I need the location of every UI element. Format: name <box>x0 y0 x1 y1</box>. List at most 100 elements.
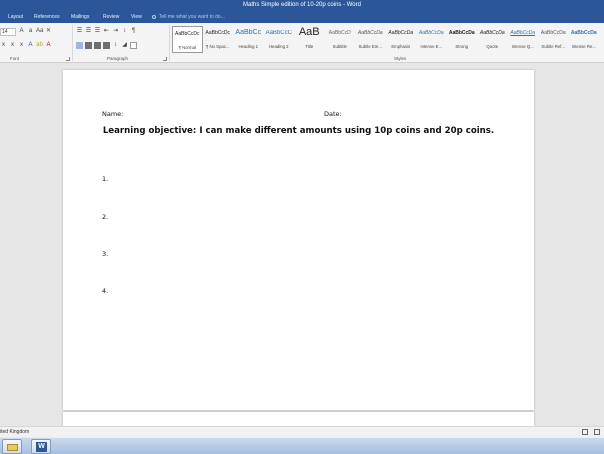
name-label: Name: <box>102 110 124 118</box>
style-sample: AaBbCcDa <box>540 30 566 36</box>
tab-view[interactable]: View <box>131 11 142 23</box>
style-subtle-emphasis[interactable]: AaBbCcDa Subtle Em... <box>355 26 386 53</box>
paragraph-dialog-launcher-icon[interactable] <box>163 57 167 61</box>
style-name: Subtle Ref... <box>541 44 566 49</box>
multilevel-list-icon[interactable]: ☰ <box>94 28 101 35</box>
change-case-icon[interactable]: Aa <box>36 28 43 35</box>
sort-icon[interactable]: ↕ <box>121 28 128 35</box>
style-name: Emphasis <box>391 44 411 49</box>
tab-mailings[interactable]: Mailings <box>71 11 89 23</box>
font-dialog-launcher-icon[interactable] <box>66 57 70 61</box>
highlight-color-icon[interactable]: ab <box>36 42 43 49</box>
window-title: Maths Simple edition of 10-20p coins - W… <box>243 2 361 8</box>
bullets-icon[interactable]: ☰ <box>76 28 83 35</box>
style-strong[interactable]: AaBbCcDa Strong <box>447 26 478 53</box>
folder-icon <box>7 444 18 451</box>
style-sample: AaBbCcDa <box>388 30 414 36</box>
font-size-box[interactable]: 14 <box>0 27 16 36</box>
font-row-1: 14 A a Aa ✕ <box>0 27 52 36</box>
decrease-indent-icon[interactable]: ⇤ <box>103 28 110 35</box>
style-name: Quote <box>486 44 499 49</box>
paragraph-row-2: ↕ ◢ <box>76 41 137 50</box>
style-name: Heading 2 <box>268 44 289 49</box>
style-name: Intense Re... <box>571 44 596 49</box>
ribbon-tab-row: Layout References Mailings Review View T… <box>0 11 604 23</box>
group-separator <box>169 25 170 61</box>
style-intense-quote[interactable]: AaBbCcDa Intense Q... <box>508 26 539 53</box>
borders-icon[interactable] <box>130 42 137 49</box>
text-effects-icon[interactable]: A <box>27 42 34 49</box>
align-center-icon[interactable] <box>85 42 92 49</box>
print-layout-icon[interactable] <box>594 429 600 435</box>
font-color-icon[interactable]: A <box>45 42 52 49</box>
date-label: Date: <box>324 110 342 118</box>
group-separator <box>72 25 73 61</box>
font-group-label: Font <box>10 56 20 61</box>
style-name: Title <box>305 44 314 49</box>
read-mode-icon[interactable] <box>582 429 588 435</box>
tab-references[interactable]: References <box>34 11 60 23</box>
style-sample: AaB <box>298 26 320 38</box>
style-sample: AaBbCcDa <box>448 30 475 36</box>
shading-icon[interactable]: ◢ <box>121 42 128 49</box>
taskbar: W <box>0 437 604 454</box>
style-sample: AaBbCcD <box>328 30 351 36</box>
align-left-icon[interactable] <box>76 42 83 49</box>
numbering-icon[interactable]: ☰ <box>85 28 92 35</box>
list-item: 4. <box>102 287 109 295</box>
clear-formatting-icon[interactable]: ✕ <box>45 28 52 35</box>
style-intense-reference[interactable]: AaBbCcDa Intense Re... <box>569 26 600 53</box>
style-sample: AaBbCcDa <box>570 30 597 36</box>
style-sample: AaBbCcDa <box>418 30 444 36</box>
document-page[interactable]: Name: Date: Learning objective: I can ma… <box>63 70 534 410</box>
superscript-icon[interactable]: x <box>18 42 25 49</box>
strikethrough-icon[interactable]: x <box>0 42 7 49</box>
style-intense-emphasis[interactable]: AaBbCcDa Intense E... <box>416 26 447 53</box>
word-taskbar-button[interactable]: W <box>31 439 51 454</box>
ribbon: 14 A a Aa ✕ x x x A ab A ☰ ☰ ☰ ⇤ ⇥ ↕ ¶ ↕… <box>0 23 604 63</box>
window-title-bar: Maths Simple edition of 10-20p coins - W… <box>0 0 604 11</box>
justify-icon[interactable] <box>103 42 110 49</box>
style-title[interactable]: AaB Title <box>294 26 325 53</box>
style-normal[interactable]: AaBbCcDc ¶ Normal <box>172 26 203 53</box>
style-subtle-reference[interactable]: AaBbCcDa Subtle Ref... <box>538 26 569 53</box>
styles-gallery: AaBbCcDc ¶ Normal AaBbCcDc ¶ No Spac... … <box>172 26 599 53</box>
paragraph-row-1: ☰ ☰ ☰ ⇤ ⇥ ↕ ¶ <box>76 27 137 36</box>
line-spacing-icon[interactable]: ↕ <box>112 42 119 49</box>
pilcrow-icon[interactable]: ¶ <box>130 28 137 35</box>
style-no-spacing[interactable]: AaBbCcDc ¶ No Spac... <box>203 26 234 53</box>
document-area[interactable]: Name: Date: Learning objective: I can ma… <box>0 64 604 428</box>
style-name: Subtitle <box>332 44 347 49</box>
style-name: ¶ No Spac... <box>205 44 230 49</box>
style-subtitle[interactable]: AaBbCcD Subtitle <box>325 26 356 53</box>
lightbulb-icon <box>152 14 156 19</box>
style-heading-1[interactable]: AaBbCc Heading 1 <box>233 26 264 53</box>
style-quote[interactable]: AaBbCcDa Quote <box>477 26 508 53</box>
align-right-icon[interactable] <box>94 42 101 49</box>
view-buttons <box>582 429 600 435</box>
tab-layout[interactable]: Layout <box>8 11 23 23</box>
file-explorer-button[interactable] <box>2 439 22 454</box>
status-bar: ited Kingdom <box>0 426 604 437</box>
style-sample: AaBbCcDc <box>175 31 200 37</box>
style-name: Intense E... <box>420 44 443 49</box>
style-heading-2[interactable]: AaBbCcC Heading 2 <box>264 26 295 53</box>
subscript-icon[interactable]: x <box>9 42 16 49</box>
tell-me-text: Tell me what you want to do... <box>159 14 225 20</box>
style-emphasis[interactable]: AaBbCcDa Emphasis <box>386 26 417 53</box>
grow-font-icon[interactable]: A <box>18 28 25 35</box>
list-item: 2. <box>102 213 109 221</box>
tell-me-search[interactable]: Tell me what you want to do... <box>152 11 225 23</box>
list-item: 1. <box>102 175 109 183</box>
style-sample: AaBbCcC <box>265 30 292 36</box>
font-row-2: x x x A ab A <box>0 41 52 50</box>
shrink-font-icon[interactable]: a <box>27 28 34 35</box>
tab-review[interactable]: Review <box>103 11 119 23</box>
learning-objective: Learning objective: I can make different… <box>102 126 495 136</box>
style-sample: AaBbCcDa <box>479 30 505 36</box>
styles-group-label: Styles <box>394 56 407 61</box>
style-name: Intense Q... <box>511 44 534 49</box>
increase-indent-icon[interactable]: ⇥ <box>112 28 119 35</box>
style-sample: AaBbCc <box>235 29 262 36</box>
word-icon: W <box>36 442 47 452</box>
